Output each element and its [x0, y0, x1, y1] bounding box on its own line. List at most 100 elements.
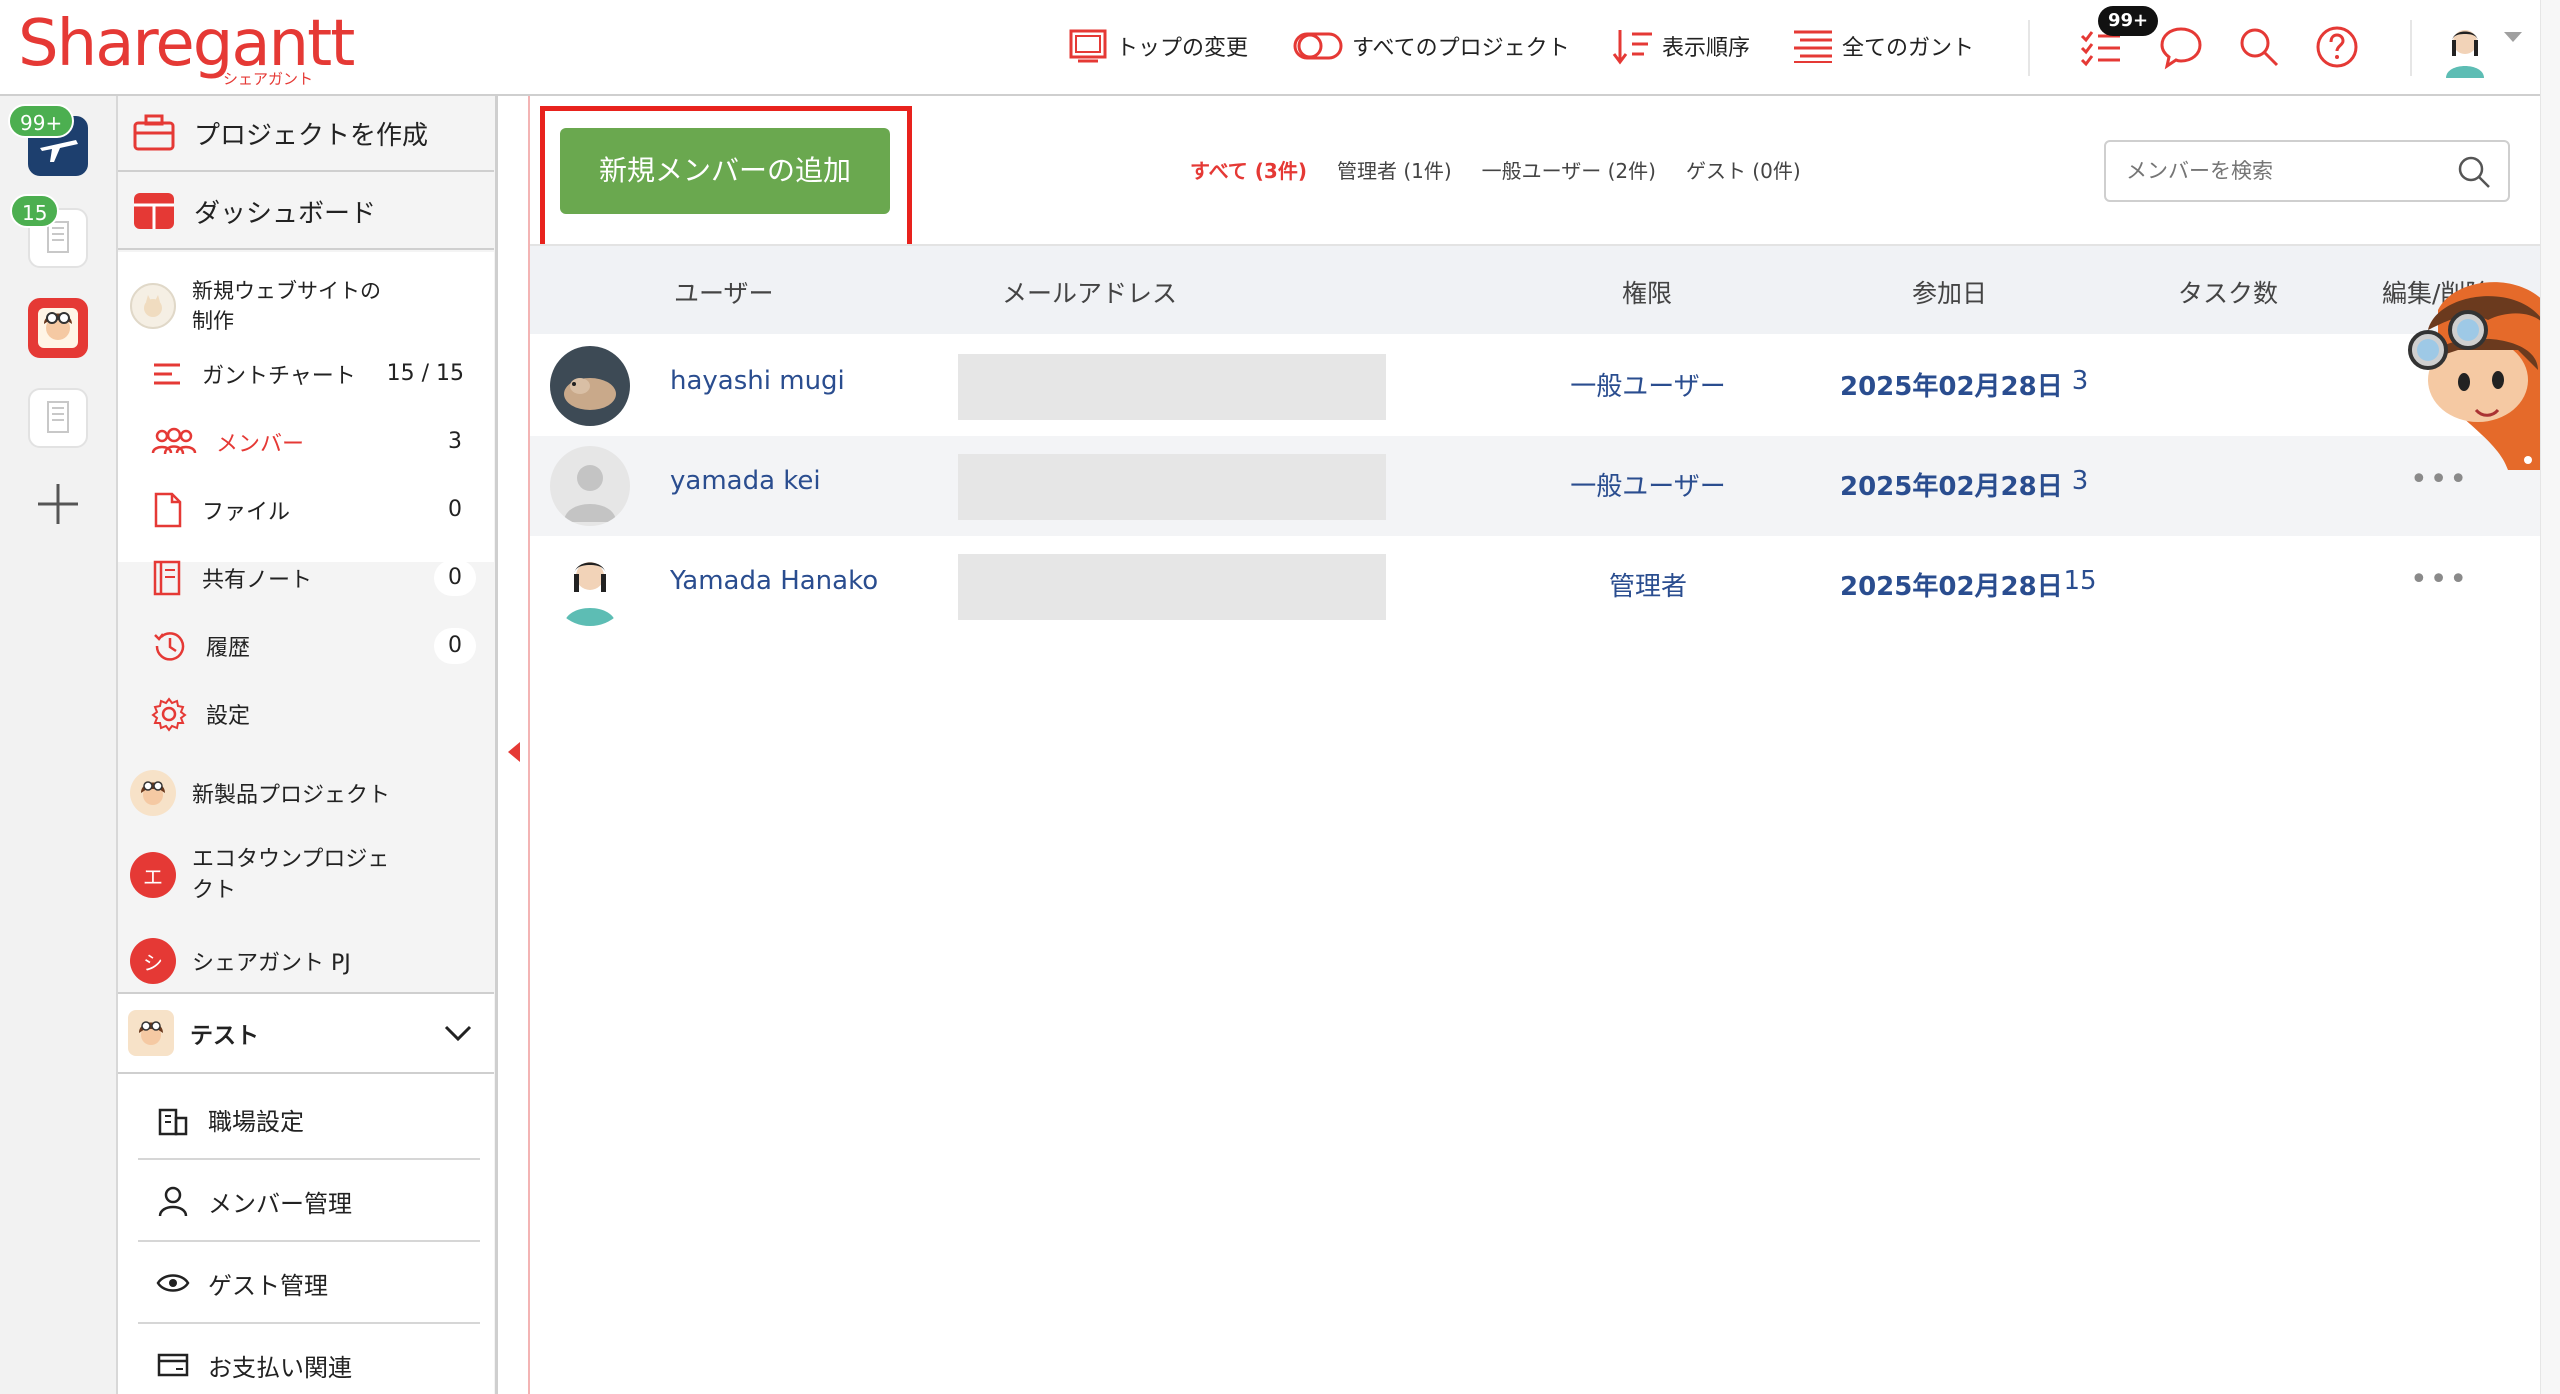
member-filter-tabs: すべて (3件) 管理者 (1件) 一般ユーザー (2件) ゲスト (0件): [1190, 154, 1831, 184]
mascot-icon: [38, 308, 78, 348]
page-scrollbar[interactable]: [2540, 0, 2560, 1394]
workspace-item-settings[interactable]: 職場設定: [138, 1080, 480, 1160]
more-actions-icon[interactable]: •••: [2410, 562, 2469, 597]
filter-all[interactable]: すべて (3件): [1190, 155, 1307, 184]
gear-icon: [151, 697, 187, 732]
filter-admin[interactable]: 管理者 (1件): [1337, 155, 1452, 184]
sidebar-item-label: ガントチャート: [202, 364, 356, 389]
workspace-item-label: お支払い関連: [208, 1353, 352, 1382]
table-row: hayashi mugi 一般ユーザー 2025年02月28日 3: [530, 336, 2544, 436]
nav-all-projects[interactable]: すべてのプロジェクト: [1292, 24, 1570, 68]
col-email: メールアドレス: [1002, 279, 1178, 308]
workspace-panel: テスト 職場設定 メンバー管理 ゲスト管理 お支払い関連: [118, 992, 494, 1394]
project-item-ecotown[interactable]: エ エコタウンプロジェ クト: [130, 840, 494, 910]
sort-icon: [1612, 30, 1652, 65]
workspace-rail: 99+ 15: [0, 96, 118, 1394]
user-name[interactable]: Yamada Hanako: [670, 566, 878, 596]
sidebar-item-count: 3: [434, 424, 476, 460]
chevron-down-icon[interactable]: [2504, 32, 2522, 42]
search-icon[interactable]: [2456, 154, 2492, 190]
building-icon: [47, 401, 69, 433]
workspace-item-guest-management[interactable]: ゲスト管理: [138, 1244, 480, 1324]
help-icon[interactable]: [2314, 24, 2360, 70]
hamster-photo-icon: [550, 346, 630, 426]
members-table-header: ユーザー メールアドレス 権限 参加日 タスク数 編集/削除: [530, 244, 2544, 334]
project-item-sharegantt-pj[interactable]: シ シェアガント PJ: [130, 936, 494, 986]
project-name-line: クト: [192, 878, 237, 903]
sidebar-item-history[interactable]: 履歴 0: [138, 618, 488, 674]
user-avatar[interactable]: [2440, 22, 2490, 78]
history-icon: [154, 632, 185, 661]
dashboard-button[interactable]: ダッシュボード: [118, 174, 494, 250]
workspace-item-label: 職場設定: [208, 1107, 304, 1136]
screen-icon: [1069, 29, 1107, 63]
workspace-selector[interactable]: テスト: [128, 1006, 484, 1060]
workspace-item-payment[interactable]: お支払い関連: [138, 1326, 480, 1394]
filter-general-user[interactable]: 一般ユーザー (2件): [1482, 155, 1656, 184]
sidebar-item-members[interactable]: メンバー 3: [138, 414, 488, 470]
current-project-name-line: 制作: [192, 309, 234, 333]
add-workspace-icon[interactable]: [34, 480, 82, 528]
create-project-button[interactable]: プロジェクトを作成: [118, 96, 494, 172]
sidebar-item-gantt[interactable]: ガントチャート 15 / 15: [138, 346, 488, 402]
credit-card-icon: [157, 1353, 189, 1377]
mascot-character: [2408, 282, 2558, 470]
chat-bubble-icon[interactable]: [2158, 24, 2204, 70]
mascot-icon: [139, 1021, 163, 1045]
nav-all-gantt[interactable]: 全てのガント: [1792, 24, 1974, 68]
dashboard-icon: [134, 193, 174, 229]
eye-icon: [156, 1274, 190, 1292]
project-sidebar: プロジェクトを作成 ダッシュボード 新規ウェブサイトの 制作 ガントチャート 1…: [118, 96, 498, 1394]
members-page: 新規メンバーの追加 すべて (3件) 管理者 (1件) 一般ユーザー (2件) …: [530, 96, 2544, 1394]
collapse-sidebar-icon[interactable]: [508, 742, 520, 762]
sidebar-item-count: 15 / 15: [386, 361, 464, 386]
workspace-name: テスト: [190, 1023, 259, 1049]
default-person-icon: [564, 465, 616, 522]
workspace-item-member-management[interactable]: メンバー管理: [138, 1162, 480, 1242]
woman-avatar-icon: [564, 562, 616, 626]
user-role[interactable]: 管理者: [1528, 566, 1768, 603]
mascot-icon: [141, 781, 165, 805]
note-icon: [153, 560, 181, 596]
email-redacted: [958, 554, 1386, 620]
sidebar-item-settings[interactable]: 設定: [138, 686, 488, 742]
sidebar-item-label: ファイル: [202, 500, 291, 525]
sidebar-item-files[interactable]: ファイル 0: [138, 482, 488, 538]
user-role[interactable]: 一般ユーザー: [1528, 466, 1768, 503]
sidebar-item-label: 履歴: [206, 636, 251, 661]
search-icon[interactable]: [2236, 24, 2282, 70]
nav-label: 表示順序: [1662, 36, 1751, 61]
project-item-new-product[interactable]: 新製品プロジェクト: [130, 768, 494, 818]
gantt-icon: [154, 363, 180, 385]
task-count: 3: [2071, 466, 2089, 496]
header-divider: [2028, 20, 2030, 76]
member-search: [2104, 140, 2510, 202]
workspace-item-label: ゲスト管理: [208, 1271, 328, 1300]
user-role[interactable]: 一般ユーザー: [1528, 366, 1768, 403]
create-project-label: プロジェクトを作成: [194, 120, 429, 151]
current-project-header[interactable]: 新規ウェブサイトの 制作: [130, 266, 494, 346]
rail-workspace-building-2[interactable]: [28, 388, 88, 448]
project-avatar: エ: [130, 852, 176, 898]
user-avatar: [550, 346, 630, 426]
chevron-down-icon[interactable]: [442, 1018, 474, 1048]
user-name[interactable]: hayashi mugi: [670, 366, 845, 396]
circles-icon: [1293, 32, 1343, 60]
project-avatar: シ: [130, 938, 176, 984]
nav-change-top[interactable]: トップの変更: [1068, 24, 1248, 68]
user-name[interactable]: yamada kei: [670, 466, 821, 496]
col-tasks: タスク数: [2178, 279, 2279, 308]
nav-label: すべてのプロジェクト: [1352, 36, 1570, 61]
sidebar-item-notes[interactable]: 共有ノート 0: [138, 550, 488, 606]
table-row: yamada kei 一般ユーザー 2025年02月28日 3 •••: [530, 436, 2544, 536]
rail-workspace-test[interactable]: [28, 298, 88, 358]
user-avatar: [550, 446, 630, 526]
workspace-item-label: メンバー管理: [208, 1189, 352, 1218]
nav-display-order[interactable]: 表示順序: [1612, 24, 1750, 68]
sharegantt-logo[interactable]: Sharegantt シェアガント: [18, 8, 355, 88]
sidebar-item-label: 共有ノート: [202, 568, 313, 593]
filter-guest[interactable]: ゲスト (0件): [1686, 155, 1801, 184]
member-search-input[interactable]: [2126, 156, 2446, 186]
add-member-button[interactable]: 新規メンバーの追加: [560, 128, 890, 214]
task-count: 3: [2071, 366, 2089, 396]
